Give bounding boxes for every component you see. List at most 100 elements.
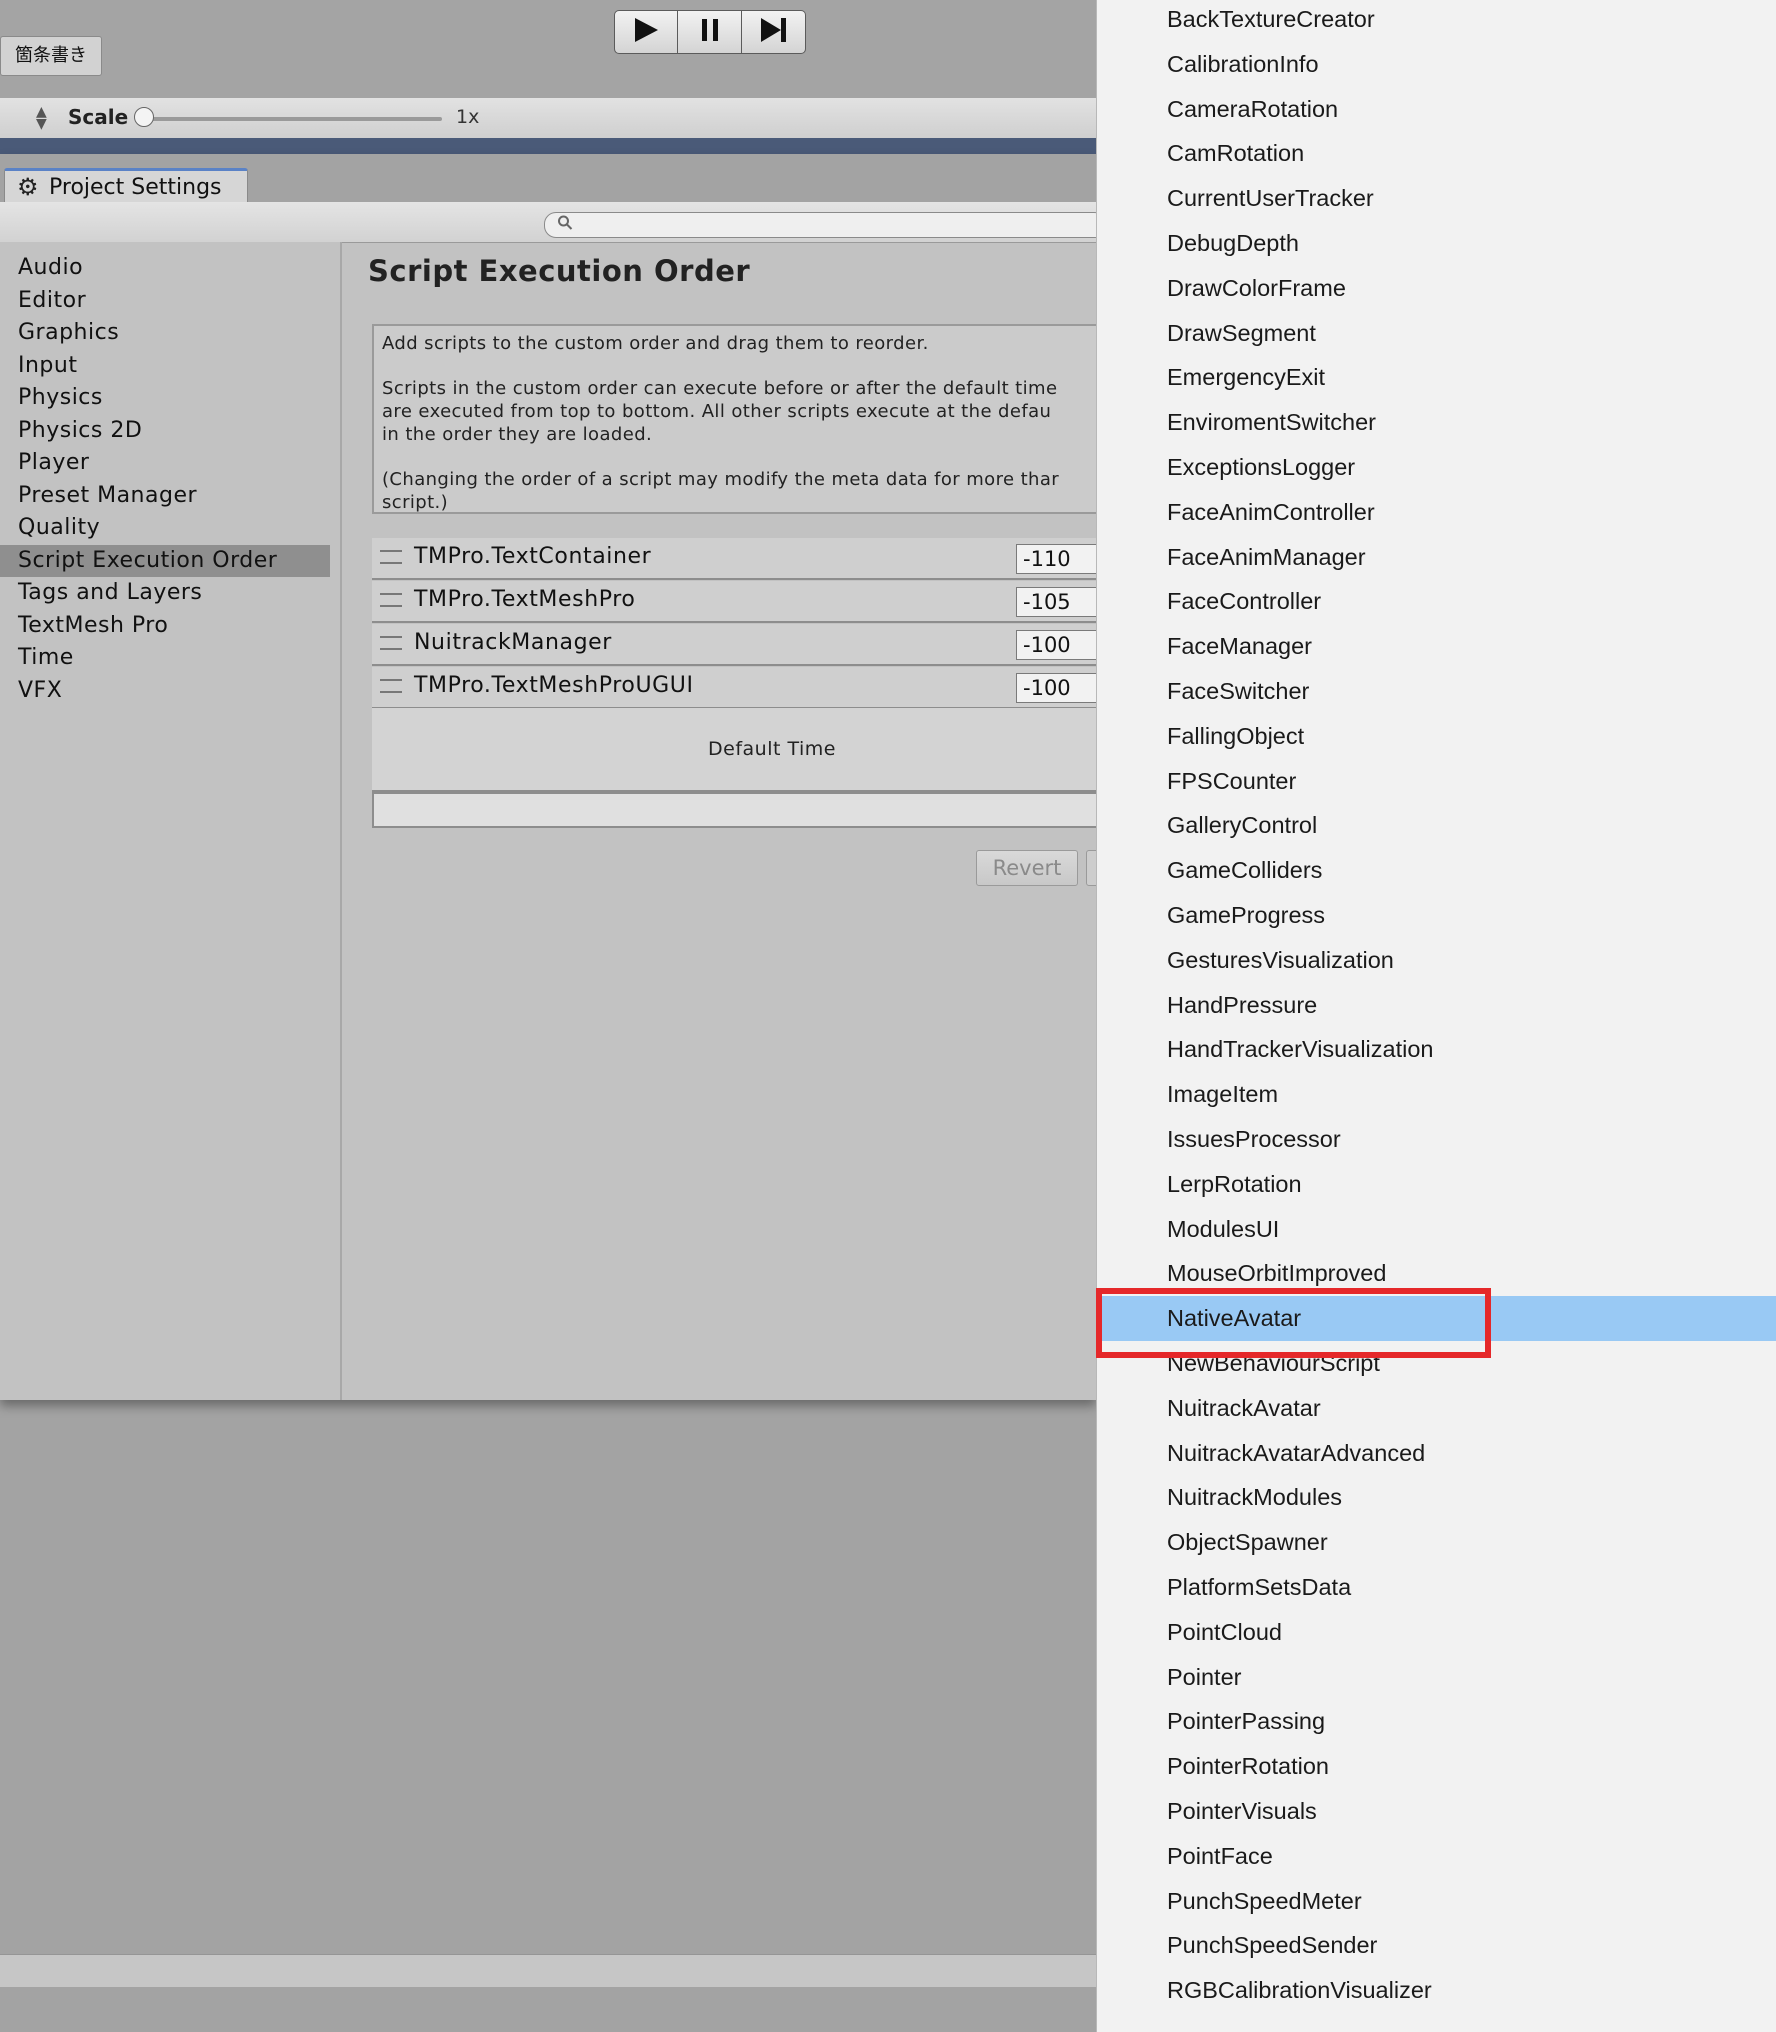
dropdown-item[interactable]: PointerVisuals bbox=[1097, 1789, 1776, 1834]
dropdown-item[interactable]: DrawColorFrame bbox=[1097, 266, 1776, 311]
drag-handle-icon[interactable] bbox=[380, 636, 402, 650]
dropdown-item[interactable]: ObjectSpawner bbox=[1097, 1520, 1776, 1565]
playback-controls bbox=[614, 10, 806, 54]
step-button[interactable] bbox=[742, 10, 806, 54]
dropdown-item[interactable]: PointCloud bbox=[1097, 1610, 1776, 1655]
scene-tab[interactable]: 箇条書き bbox=[0, 36, 102, 76]
sidebar-item-script-execution-order[interactable]: Script Execution Order bbox=[0, 544, 330, 577]
execution-order-field[interactable]: -100 bbox=[1016, 630, 1096, 660]
dropdown-item[interactable]: PointFace bbox=[1097, 1834, 1776, 1879]
dropdown-item[interactable]: LerpRotation bbox=[1097, 1162, 1776, 1207]
search-input[interactable] bbox=[544, 212, 1096, 238]
dropdown-item[interactable]: NuitrackAvatar bbox=[1097, 1386, 1776, 1431]
gear-icon: ⚙ bbox=[17, 173, 39, 201]
sidebar-item-tags-and-layers[interactable]: Tags and Layers bbox=[0, 577, 330, 609]
script-name: TMPro.TextContainer bbox=[414, 544, 652, 569]
script-name: TMPro.TextMeshProUGUI bbox=[414, 673, 694, 698]
dropdown-item[interactable]: DrawSegment bbox=[1097, 311, 1776, 356]
drag-handle-icon[interactable] bbox=[380, 679, 402, 693]
dropdown-item[interactable]: EmergencyExit bbox=[1097, 355, 1776, 400]
unity-editor: 箇条書き ▲ ▼ Scale 1x ⚙ Project Settings Aud… bbox=[0, 0, 1096, 2032]
dropdown-item[interactable]: NuitrackAvatarAdvanced bbox=[1097, 1431, 1776, 1476]
dropdown-item[interactable]: CurrentUserTracker bbox=[1097, 176, 1776, 221]
dropdown-item[interactable]: NuitrackModules bbox=[1097, 1475, 1776, 1520]
script-name: NuitrackManager bbox=[414, 630, 612, 655]
dropdown-item[interactable]: MouseOrbitImproved bbox=[1097, 1251, 1776, 1296]
script-execution-order-panel: Script Execution Order Add scripts to th… bbox=[344, 242, 1096, 1400]
dropdown-item[interactable]: GesturesVisualization bbox=[1097, 938, 1776, 983]
dropdown-item[interactable]: FaceSwitcher bbox=[1097, 669, 1776, 714]
execution-order-field[interactable]: -100 bbox=[1016, 673, 1096, 703]
dropdown-item[interactable]: GameProgress bbox=[1097, 893, 1776, 938]
sidebar-item-physics-2d[interactable]: Physics 2D bbox=[0, 415, 330, 447]
sidebar-item-editor[interactable]: Editor bbox=[0, 285, 330, 317]
dropdown-item[interactable]: RGBCalibrationVisualizer bbox=[1097, 1968, 1776, 2013]
dropdown-item[interactable]: HandTrackerVisualization bbox=[1097, 1027, 1776, 1072]
revert-button[interactable]: Revert bbox=[976, 850, 1078, 886]
sidebar-item-physics[interactable]: Physics bbox=[0, 382, 330, 414]
script-row[interactable]: NuitrackManager -100 bbox=[372, 624, 1096, 666]
help-box: Add scripts to the custom order and drag… bbox=[372, 324, 1096, 514]
sidebar-item-graphics[interactable]: Graphics bbox=[0, 317, 330, 349]
sidebar-item-vfx[interactable]: VFX bbox=[0, 675, 330, 707]
sidebar-item-player[interactable]: Player bbox=[0, 447, 330, 479]
pause-button[interactable] bbox=[678, 10, 742, 54]
dropdown-item[interactable]: GalleryControl bbox=[1097, 803, 1776, 848]
dropdown-item[interactable]: EnviromentSwitcher bbox=[1097, 400, 1776, 445]
resolution-dropdown-icon[interactable]: ▲ ▼ bbox=[36, 105, 47, 131]
dropdown-item[interactable]: ModulesUI bbox=[1097, 1207, 1776, 1252]
dropdown-item[interactable]: GameColliders bbox=[1097, 848, 1776, 893]
drag-handle-icon[interactable] bbox=[380, 550, 402, 564]
sidebar-item-audio[interactable]: Audio bbox=[0, 252, 330, 284]
sidebar-item-preset-manager[interactable]: Preset Manager bbox=[0, 480, 330, 512]
dropdown-item[interactable]: HandPressure bbox=[1097, 983, 1776, 1028]
game-view-background bbox=[0, 138, 1096, 154]
dropdown-item[interactable]: PointerRotation bbox=[1097, 1744, 1776, 1789]
play-button[interactable] bbox=[614, 10, 678, 54]
dropdown-item[interactable]: FPSCounter bbox=[1097, 759, 1776, 804]
script-list-footer[interactable] bbox=[372, 792, 1096, 828]
dropdown-item[interactable]: PointerPassing bbox=[1097, 1699, 1776, 1744]
script-row[interactable]: TMPro.TextContainer -110 bbox=[372, 538, 1096, 580]
sidebar-item-input[interactable]: Input bbox=[0, 350, 330, 382]
project-settings-tab[interactable]: ⚙ Project Settings bbox=[4, 168, 248, 204]
dropdown-item[interactable]: PlatformSetsData bbox=[1097, 1565, 1776, 1610]
scale-slider-track[interactable] bbox=[146, 117, 442, 121]
dropdown-item[interactable]: Pointer bbox=[1097, 1655, 1776, 1700]
dropdown-item[interactable]: NativeAvatar bbox=[1097, 1296, 1776, 1341]
execution-order-field[interactable]: -105 bbox=[1016, 587, 1096, 617]
default-time-label: Default Time bbox=[708, 738, 836, 760]
dropdown-item[interactable]: FaceAnimController bbox=[1097, 490, 1776, 535]
sidebar-item-time[interactable]: Time bbox=[0, 642, 330, 674]
dropdown-item[interactable]: FallingObject bbox=[1097, 714, 1776, 759]
execution-order-field[interactable]: -110 bbox=[1016, 544, 1096, 574]
dropdown-item[interactable]: PunchSpeedMeter bbox=[1097, 1879, 1776, 1924]
dropdown-item[interactable]: ExceptionsLogger bbox=[1097, 445, 1776, 490]
play-icon bbox=[632, 17, 660, 47]
script-name: TMPro.TextMeshPro bbox=[414, 587, 636, 612]
window-tab-bar: ⚙ Project Settings bbox=[0, 154, 1096, 204]
scale-slider-knob[interactable] bbox=[134, 107, 154, 127]
dropdown-item[interactable]: CameraRotation bbox=[1097, 87, 1776, 132]
dropdown-item[interactable]: ImageItem bbox=[1097, 1072, 1776, 1117]
dropdown-item[interactable]: FaceManager bbox=[1097, 624, 1776, 669]
dropdown-item[interactable]: CamRotation bbox=[1097, 131, 1776, 176]
step-icon bbox=[759, 17, 789, 47]
sidebar-item-textmesh-pro[interactable]: TextMesh Pro bbox=[0, 610, 330, 642]
dropdown-item[interactable]: IssuesProcessor bbox=[1097, 1117, 1776, 1162]
dropdown-item[interactable]: DebugDepth bbox=[1097, 221, 1776, 266]
dropdown-item[interactable]: BackTextureCreator bbox=[1097, 0, 1776, 42]
help-text: (Changing the order of a script may modi… bbox=[382, 469, 1060, 513]
dropdown-item[interactable]: FaceAnimManager bbox=[1097, 535, 1776, 580]
sidebar-item-quality[interactable]: Quality bbox=[0, 512, 330, 544]
script-row[interactable]: TMPro.TextMeshProUGUI -100 bbox=[372, 667, 1096, 709]
apply-button[interactable] bbox=[1086, 850, 1096, 886]
drag-handle-icon[interactable] bbox=[380, 593, 402, 607]
dropdown-item[interactable]: PunchSpeedSender bbox=[1097, 1923, 1776, 1968]
project-settings-window: ⚙ Project Settings Audio Editor Graphics In… bbox=[0, 154, 1096, 1400]
dropdown-item[interactable]: FaceController bbox=[1097, 579, 1776, 624]
help-text: Add scripts to the custom order and drag… bbox=[382, 333, 929, 354]
dropdown-item[interactable]: CalibrationInfo bbox=[1097, 42, 1776, 87]
script-row[interactable]: TMPro.TextMeshPro -105 bbox=[372, 581, 1096, 623]
dropdown-item[interactable]: NewBehaviourScript bbox=[1097, 1341, 1776, 1386]
